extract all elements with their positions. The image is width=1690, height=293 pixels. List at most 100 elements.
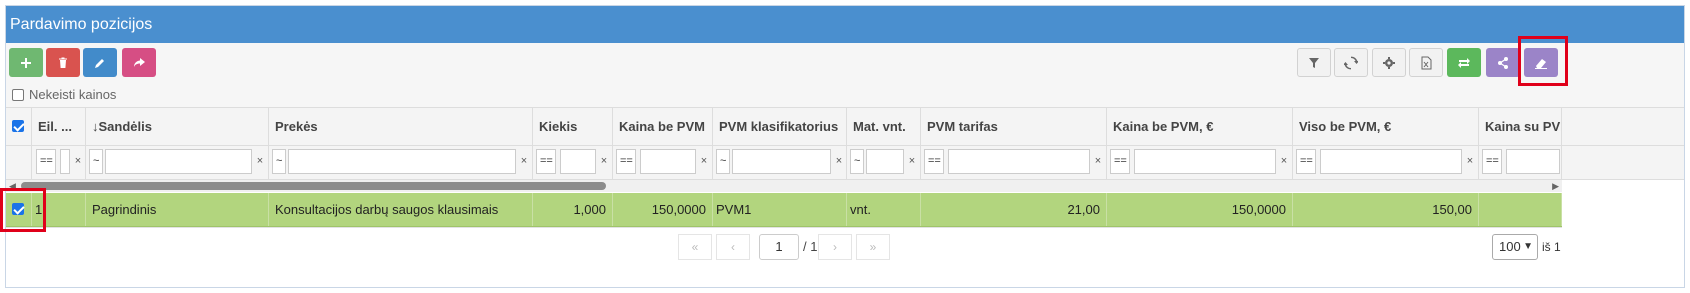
- transfer-icon: [1458, 57, 1470, 68]
- filter-op-preke[interactable]: ~: [272, 149, 286, 174]
- panel-title: Pardavimo pozicijos: [6, 6, 1684, 43]
- transfer-button[interactable]: [1447, 48, 1481, 77]
- filter-input-pvm-tarifas[interactable]: [948, 149, 1090, 174]
- highlight-box-erase: [1518, 36, 1568, 86]
- cell-sandelis: Pagrindinis: [86, 193, 269, 226]
- col-header-pvm-klas[interactable]: PVM klasifikatorius: [713, 108, 847, 145]
- filter-op-kaina[interactable]: ==: [616, 149, 636, 174]
- filter-clear-mat[interactable]: ×: [906, 149, 918, 174]
- col-header-kiekis[interactable]: Kiekis: [533, 108, 613, 145]
- filter-sandelis: ~ ×: [86, 146, 269, 179]
- cell-viso: 150,00: [1293, 193, 1479, 226]
- cell-kaina: 150,0000: [613, 193, 713, 226]
- filter-input-viso[interactable]: [1320, 149, 1462, 174]
- filter-op-sandelis[interactable]: ~: [89, 149, 103, 174]
- filter-clear-kaina-eur[interactable]: ×: [1278, 149, 1290, 174]
- col-header-kaina[interactable]: Kaina be PVM: [613, 108, 713, 145]
- keep-prices-checkbox[interactable]: [12, 88, 24, 101]
- filter-pvm-tarifas: == ×: [921, 146, 1107, 179]
- filter-input-eil[interactable]: [60, 149, 70, 174]
- filter-input-pvm-klas[interactable]: [732, 149, 831, 174]
- col-header-mat[interactable]: Mat. vnt.: [847, 108, 921, 145]
- cell-kaina-su: [1479, 193, 1562, 226]
- filter-op-eil[interactable]: ==: [36, 149, 56, 174]
- delete-button[interactable]: [46, 48, 80, 77]
- prev-page-button[interactable]: ‹: [716, 234, 750, 260]
- positions-panel: Pardavimo pozicijos Nekeisti kainos Eil.…: [5, 5, 1685, 288]
- keep-prices-option[interactable]: Nekeisti kainos: [12, 87, 116, 102]
- cell-mat: vnt.: [847, 193, 921, 226]
- plus-icon: [21, 57, 31, 68]
- pager: « ‹ 1 / 1 › » 100 ▼ iš 1: [6, 227, 1562, 268]
- select-all-cell[interactable]: [6, 108, 32, 145]
- filter-op-viso[interactable]: ==: [1296, 149, 1316, 174]
- add-button[interactable]: [9, 48, 43, 77]
- filter-op-kiekis[interactable]: ==: [536, 149, 556, 174]
- forward-button[interactable]: [122, 48, 156, 77]
- filter-clear-sandelis[interactable]: ×: [254, 149, 266, 174]
- filter-clear-kaina[interactable]: ×: [698, 149, 710, 174]
- cell-kiekis: 1,000: [533, 193, 613, 226]
- filter-clear-pvm-klas[interactable]: ×: [833, 149, 845, 174]
- next-page-button[interactable]: ›: [818, 234, 852, 260]
- page-input[interactable]: 1: [759, 234, 799, 260]
- filter-input-mat[interactable]: [866, 149, 904, 174]
- filter-clear-eil[interactable]: ×: [72, 149, 84, 174]
- filter-input-kaina[interactable]: [640, 149, 696, 174]
- filter-op-kaina-eur[interactable]: ==: [1110, 149, 1130, 174]
- filter-clear-viso[interactable]: ×: [1464, 149, 1476, 174]
- filter-input-sandelis[interactable]: [105, 149, 252, 174]
- page-size-value: 100: [1499, 239, 1521, 254]
- filter-op-kaina-su[interactable]: ==: [1482, 149, 1502, 174]
- export-excel-button[interactable]: [1409, 48, 1443, 77]
- filter-input-preke[interactable]: [288, 149, 516, 174]
- col-header-viso[interactable]: Viso be PVM, €: [1293, 108, 1479, 145]
- filter-mat: ~ ×: [847, 146, 921, 179]
- filter-icon: [1309, 57, 1319, 68]
- filter-clear-kiekis[interactable]: ×: [598, 149, 610, 174]
- trash-icon: [59, 57, 67, 68]
- filter-clear-pvm-tarifas[interactable]: ×: [1092, 149, 1104, 174]
- filter-clear-preke[interactable]: ×: [518, 149, 530, 174]
- cell-kaina-eur: 150,0000: [1107, 193, 1293, 226]
- col-header-preke[interactable]: Prekės: [269, 108, 533, 145]
- scroll-right-icon[interactable]: ▶: [1552, 181, 1559, 192]
- share-nodes-icon: [1498, 56, 1508, 69]
- gear-icon: [1383, 56, 1395, 69]
- col-header-eil[interactable]: Eil. ...: [32, 108, 86, 145]
- horizontal-scrollbar[interactable]: ◀ ▶: [6, 180, 1562, 192]
- first-page-button[interactable]: «: [678, 234, 712, 260]
- records-count: iš 1: [1542, 240, 1561, 254]
- filter-button[interactable]: [1297, 48, 1331, 77]
- col-header-kaina-su[interactable]: Kaina su PVM: [1479, 108, 1562, 145]
- edit-button[interactable]: [83, 48, 117, 77]
- excel-icon: [1421, 56, 1432, 69]
- filter-kaina-su: ==: [1479, 146, 1562, 179]
- select-all-checkbox[interactable]: [12, 120, 24, 132]
- settings-button[interactable]: [1372, 48, 1406, 77]
- cell-preke: Konsultacijos darbų saugos klausimais: [269, 193, 533, 226]
- col-header-kaina-eur[interactable]: Kaina be PVM, €: [1107, 108, 1293, 145]
- filter-input-kaina-eur[interactable]: [1134, 149, 1276, 174]
- filter-op-pvm-tarifas[interactable]: ==: [924, 149, 944, 174]
- scroll-thumb[interactable]: [21, 182, 606, 190]
- share-button[interactable]: [1486, 48, 1520, 77]
- col-header-pvm-tarifas[interactable]: PVM tarifas: [921, 108, 1107, 145]
- filter-op-pvm-klas[interactable]: ~: [716, 149, 730, 174]
- share-arrow-icon: [134, 57, 145, 67]
- col-header-sandelis[interactable]: ↓Sandėlis: [86, 108, 269, 145]
- total-pages: / 1: [803, 239, 818, 254]
- filter-kiekis: == ×: [533, 146, 613, 179]
- filter-spacer: [6, 146, 32, 179]
- page-size-select[interactable]: 100 ▼: [1492, 234, 1538, 260]
- filter-input-kiekis[interactable]: [560, 149, 596, 174]
- last-page-button[interactable]: »: [856, 234, 890, 260]
- refresh-icon: [1344, 56, 1358, 69]
- refresh-button[interactable]: [1334, 48, 1368, 77]
- filter-op-mat[interactable]: ~: [850, 149, 864, 174]
- filter-preke: ~ ×: [269, 146, 533, 179]
- filter-input-kaina-su[interactable]: [1506, 149, 1560, 174]
- table-row[interactable]: 1 Pagrindinis Konsultacijos darbų saugos…: [6, 193, 1562, 227]
- filter-row: == × ~ × ~ × == × == × ~ × ~ × == × == ×…: [6, 146, 1684, 180]
- highlight-box-row-checkbox: [0, 188, 46, 232]
